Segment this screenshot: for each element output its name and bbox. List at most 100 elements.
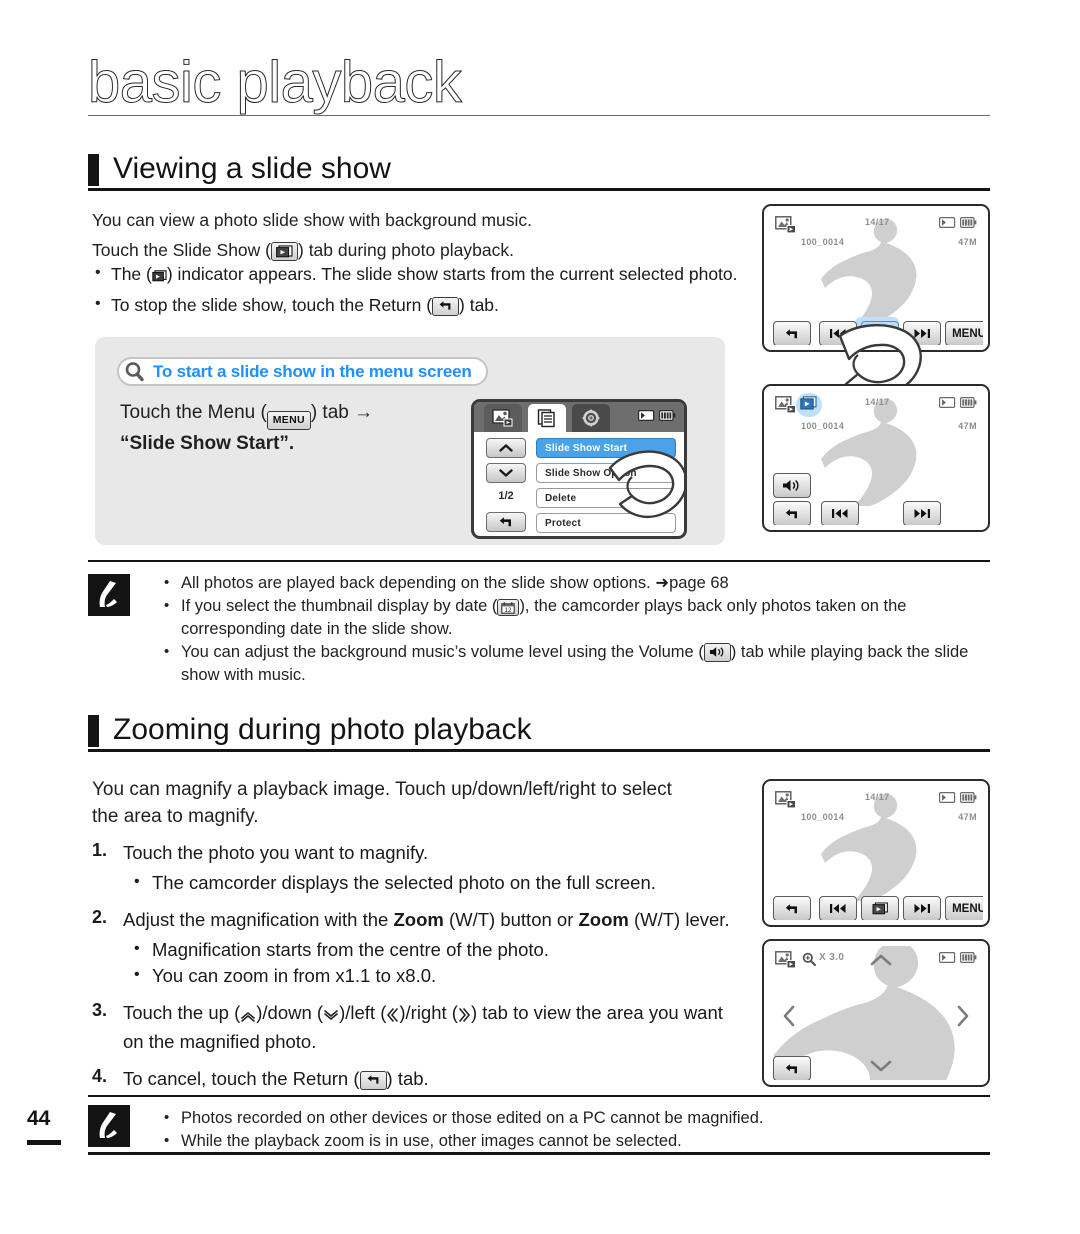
note-2-pre: If you select the thumbnail display by d…: [181, 597, 498, 615]
tab-menu-list[interactable]: [528, 404, 566, 432]
page-ref-arrow: ➜: [655, 574, 670, 592]
list-item: If you select the thumbnail display by d…: [160, 594, 990, 641]
menu-scroll-up-button[interactable]: [486, 438, 526, 458]
menu-item-slide-show-start[interactable]: Slide Show Start: [536, 438, 676, 458]
list-item: Photos recorded on other devices or thos…: [160, 1106, 990, 1130]
battery-indicator: [939, 792, 977, 803]
step-number: 3.: [92, 1000, 108, 1020]
photo-mode-icon: [775, 951, 797, 969]
lcd-menu-button[interactable]: MENU: [945, 321, 983, 345]
zoom-left-arrow-icon[interactable]: [781, 1004, 797, 1033]
photo-silhouette: [821, 218, 917, 326]
step-3-pre: Touch the up (: [123, 1002, 241, 1023]
photo-mode-icon: [775, 791, 797, 809]
step-number: 1.: [92, 840, 108, 860]
bullet-1-post: ) indicator appears. The slide show star…: [166, 264, 738, 284]
lcd-return-button[interactable]: [773, 321, 811, 345]
menu-item-slide-show-option[interactable]: Slide Show Option: [536, 463, 676, 483]
step-4-pre: To cancel, touch the Return (: [123, 1068, 360, 1089]
lcd-previous-button[interactable]: [819, 896, 857, 920]
menu-return-button[interactable]: [486, 512, 526, 532]
menu-scroll-down-button[interactable]: [486, 463, 526, 483]
battery-indicator: [638, 410, 676, 421]
lcd-counter: 14/17: [865, 397, 890, 407]
section-title-zoom: Zooming during photo playback: [113, 713, 532, 746]
note-icon: [88, 1105, 130, 1147]
photo-silhouette: [821, 793, 917, 901]
lcd-slideshow-button[interactable]: [861, 896, 899, 920]
tip-body-mid: ) tab: [310, 402, 355, 423]
step-bullets: Magnification starts from the centre of …: [123, 936, 737, 989]
note-rule: [88, 560, 990, 562]
tip-body-quote: “Slide Show Start”.: [120, 433, 295, 454]
calendar-icon: 12: [497, 599, 520, 616]
lcd-next-button[interactable]: [903, 896, 941, 920]
lcd-volume-button[interactable]: [773, 473, 811, 498]
list-item: The () indicator appears. The slide show…: [92, 261, 752, 289]
zoom-down-arrow-icon[interactable]: [869, 1058, 893, 1079]
lcd-menu-button[interactable]: MENU: [945, 896, 983, 920]
tip-body-arrow: →: [354, 402, 374, 423]
tab-photo-mode[interactable]: [484, 404, 522, 432]
zoom-up-arrow-icon[interactable]: [869, 952, 893, 973]
slideshow-lead-pre: Touch the Slide Show (: [92, 240, 271, 260]
step-3-mid3: )/right (: [399, 1002, 458, 1023]
lcd-file-name: 100_0014: [801, 812, 845, 822]
lcd-return-button[interactable]: [773, 896, 811, 920]
chevron-left-icon: [386, 1003, 399, 1029]
step-number: 4.: [92, 1066, 108, 1086]
lcd-photo-playback: 100_0014 14/17 47M MENU: [762, 779, 990, 927]
slideshow-indicator-icon: [152, 265, 167, 289]
lcd-zoom-view: X 3.0: [762, 939, 990, 1087]
list-item: While the playback zoom is in use, other…: [160, 1129, 990, 1153]
note-3-pre: You can adjust the background music’s vo…: [181, 643, 704, 661]
lcd-file-name: 100_0014: [801, 237, 845, 247]
step-3: 3. Touch the up ()/down ()/left ()/right…: [92, 1000, 737, 1055]
menu-item-protect[interactable]: Protect: [536, 513, 676, 533]
footer-rule: [88, 1152, 990, 1155]
lcd-screen: X 3.0: [769, 946, 983, 1080]
return-icon: [432, 297, 460, 316]
lcd-file-size: 47M: [958, 237, 977, 247]
chapter-rule: [88, 115, 990, 116]
slideshow-bullet-list: The () indicator appears. The slide show…: [92, 261, 752, 317]
menu-icon: MENU: [266, 411, 311, 430]
chevron-up-icon: [240, 1003, 256, 1029]
tip-box-slideshow-menu: To start a slide show in the menu screen…: [95, 337, 725, 545]
return-icon: [359, 1071, 387, 1090]
menu-item-delete[interactable]: Delete: [536, 488, 676, 508]
step-2: 2. Adjust the magnification with the Zoo…: [92, 907, 737, 989]
note-rule: [88, 1095, 990, 1097]
step-3-mid1: )/down (: [256, 1002, 324, 1023]
lcd-next-button[interactable]: [903, 501, 941, 525]
page-number: 44: [27, 1107, 51, 1130]
chevron-down-icon: [323, 1003, 339, 1029]
note-1-text: All photos are played back depending on …: [181, 574, 656, 592]
lcd-return-button[interactable]: [773, 1056, 811, 1080]
zoom-right-arrow-icon[interactable]: [955, 1004, 971, 1033]
step-text: Touch the photo you want to magnify.: [123, 842, 429, 863]
search-icon: [123, 360, 146, 383]
bullet-2-post: ) tab.: [459, 295, 499, 315]
tab-settings[interactable]: [572, 404, 610, 432]
tip-title-text: To start a slide show in the menu screen: [153, 361, 472, 381]
section-heading-zoom: Zooming during photo playback: [88, 713, 990, 752]
heading-bar: [88, 715, 99, 747]
slideshow-lead-post: ) tab during photo playback.: [298, 240, 514, 260]
lcd-file-size: 47M: [958, 421, 977, 431]
lcd-previous-button[interactable]: [821, 501, 859, 525]
list-item: All photos are played back depending on …: [160, 571, 990, 595]
page-ref: page 68: [669, 574, 729, 592]
step-2-a: Adjust the magnification with the: [123, 909, 394, 930]
chapter-title: basic playback: [88, 50, 463, 115]
step-4: 4. To cancel, touch the Return () tab.: [92, 1066, 737, 1092]
lcd-return-button[interactable]: [773, 501, 811, 525]
slideshow-lead: Touch the Slide Show ( ) tab during photo…: [92, 238, 772, 263]
chapter-header: basic playback: [88, 50, 990, 116]
section-heading-slideshow: Viewing a slide show: [88, 152, 990, 191]
menu-screen-mock: 1/2 Slide Show Start Slide Show Option D…: [471, 399, 687, 539]
battery-indicator: [939, 397, 977, 408]
lcd-file-name: 100_0014: [801, 421, 845, 431]
menu-page-indicator: 1/2: [498, 490, 514, 502]
lcd-magnification: X 3.0: [819, 952, 845, 963]
